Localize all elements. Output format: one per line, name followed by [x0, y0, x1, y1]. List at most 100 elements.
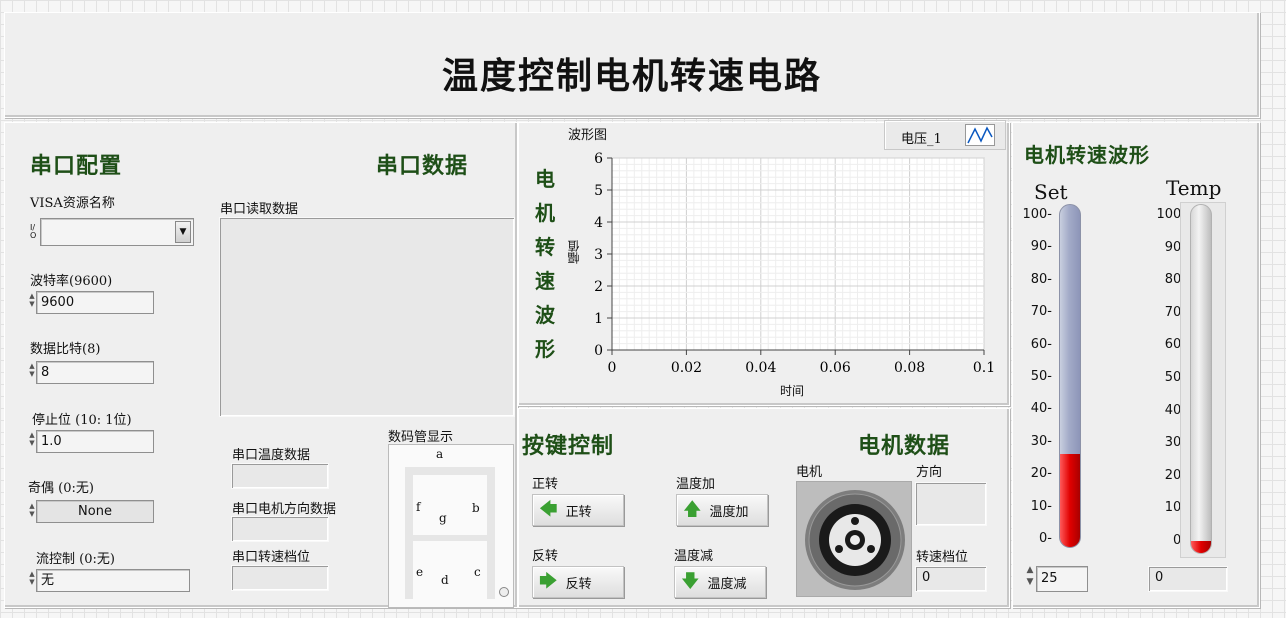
segment-c [487, 541, 495, 599]
visa-resource-select[interactable]: ▼ [40, 218, 194, 246]
x-tick-label: 0.02 [671, 360, 702, 376]
serial-data-heading: 串口数据 [376, 153, 469, 179]
key-control-heading: 按键控制 [522, 433, 615, 459]
reverse-button[interactable]: 🡆 反转 [532, 566, 624, 598]
segment-g [405, 535, 495, 541]
line-plot-icon[interactable] [965, 124, 995, 146]
motor-gear-display: 0 [915, 566, 987, 592]
thermo-tick-label: 80- [1030, 271, 1052, 287]
parity-select[interactable]: None [36, 500, 154, 523]
visa-io-icon: I/O [30, 223, 37, 240]
thermo-tick-label: 20- [1030, 466, 1052, 482]
y-tick-label: 3 [594, 247, 603, 263]
set-label: Set [1034, 180, 1068, 204]
segment-a [405, 467, 495, 475]
page-title: 温度控制电机转速电路 [441, 55, 822, 97]
arrow-right-icon: 🡆 [539, 571, 558, 592]
segment-c-label: c [474, 565, 481, 579]
arrow-left-icon: 🡄 [539, 499, 558, 520]
arrow-down-icon: 🡇 [681, 571, 700, 592]
temp-thermometer [1190, 204, 1212, 554]
set-input[interactable]: 25 [1036, 566, 1088, 592]
flow-select[interactable]: 无 [36, 569, 190, 592]
thermo-tick-label: 0- [1039, 531, 1052, 546]
thermo-tick-label: 90- [1030, 239, 1052, 255]
y-tick-label: 0 [594, 343, 603, 359]
legend-box[interactable]: 电压_1 [884, 120, 1006, 150]
segment-b-label: b [472, 501, 480, 515]
motor-gear-label: 转速档位 [916, 550, 969, 565]
x-tick-label: 0 [608, 360, 617, 376]
x-axis-label: 时间 [780, 384, 805, 398]
serial-gear-display [231, 565, 329, 591]
serial-dir-display [231, 516, 329, 542]
flow-spinner[interactable]: ▲ ▼ [28, 570, 36, 586]
set-thermometer[interactable] [1059, 204, 1081, 548]
temp-thermometer-fill [1191, 541, 1211, 553]
serial-temp-label: 串口温度数据 [232, 448, 311, 463]
motor-label: 电机 [796, 465, 823, 480]
thermo-tick-label: 30- [1030, 433, 1052, 449]
baud-spinner[interactable]: ▲ ▼ [28, 292, 36, 308]
waveform-side-title: 电机转速波形 [530, 162, 560, 366]
forward-button-label: 正转 [565, 504, 592, 520]
segment-e-label: e [416, 565, 424, 579]
temp-display: 0 [1148, 566, 1228, 592]
parity-spinner[interactable]: ▲ ▼ [28, 502, 36, 518]
temp-up-button-label: 温度加 [709, 504, 749, 520]
motor-icon [796, 481, 912, 597]
databits-input[interactable]: 8 [36, 361, 154, 384]
side-title-char: 波 [535, 303, 555, 327]
temp-up-label: 温度加 [676, 477, 716, 492]
segment-f-label: f [416, 500, 421, 514]
visa-label: VISA资源名称 [30, 196, 115, 211]
arrow-up-icon: 🡅 [683, 499, 702, 520]
x-tick-label: 0.08 [894, 360, 925, 376]
thermo-tick-label: 100- [1022, 207, 1052, 222]
temp-down-button-label: 温度减 [707, 576, 747, 592]
seven-seg-label: 数码管显示 [388, 430, 454, 445]
baud-input[interactable]: 9600 [36, 291, 154, 314]
side-title-char: 转 [535, 235, 555, 259]
dropdown-arrow-icon[interactable]: ▼ [175, 221, 191, 243]
stopbits-input[interactable]: 1.0 [36, 430, 154, 453]
reverse-label: 反转 [532, 549, 559, 564]
y-tick-label: 5 [594, 183, 603, 199]
segment-f [405, 475, 413, 535]
y-tick-label: 2 [594, 279, 603, 295]
temp-down-label: 温度减 [674, 549, 714, 564]
forward-label: 正转 [532, 477, 559, 492]
y-tick-label: 4 [594, 215, 603, 231]
side-title-char: 速 [535, 269, 555, 293]
x-tick-label: 0.06 [820, 360, 851, 376]
serial-read-display [219, 217, 515, 417]
stopbits-spinner[interactable]: ▲ ▼ [28, 431, 36, 447]
temp-label: Temp [1166, 176, 1222, 200]
title-panel: 温度控制电机转速电路 [4, 12, 1260, 118]
temp-up-button[interactable]: 🡅 温度加 [676, 494, 768, 526]
y-tick-label: 6 [594, 151, 603, 167]
side-title-char: 形 [535, 337, 555, 361]
databits-spinner[interactable]: ▲ ▼ [28, 362, 36, 378]
baud-label: 波特率(9600) [30, 274, 113, 289]
serial-gear-label: 串口转速档位 [232, 550, 311, 565]
forward-button[interactable]: 🡄 正转 [532, 494, 624, 526]
y-tick-label: 1 [594, 311, 603, 327]
waveform-chart[interactable]: 0 1 2 3 4 5 6 0 0.02 0.04 0.06 0.08 0.1 [574, 148, 1006, 406]
serial-temp-display [231, 463, 329, 489]
thermo-heading: 电机转速波形 [1024, 143, 1150, 167]
thermo-tick-label: 70- [1030, 304, 1052, 320]
temp-down-button[interactable]: 🡇 温度减 [674, 566, 766, 598]
decimal-point-icon [499, 587, 509, 597]
parity-label: 奇偶 (0:无) [28, 481, 94, 496]
thermo-tick-label: 60- [1030, 336, 1052, 352]
flow-label: 流控制 (0:无) [36, 552, 115, 567]
set-spinner[interactable]: ▲ ▼ [1026, 564, 1034, 588]
motor-data-heading: 电机数据 [858, 433, 951, 459]
parity-value: None [78, 504, 112, 519]
x-tick-label: 0.04 [745, 360, 776, 376]
thermo-tick-label: 10- [1030, 498, 1052, 514]
graph-label: 波形图 [568, 128, 608, 143]
side-title-char: 电 [535, 167, 555, 191]
seven-seg-display: a f g b e d c [388, 444, 514, 608]
